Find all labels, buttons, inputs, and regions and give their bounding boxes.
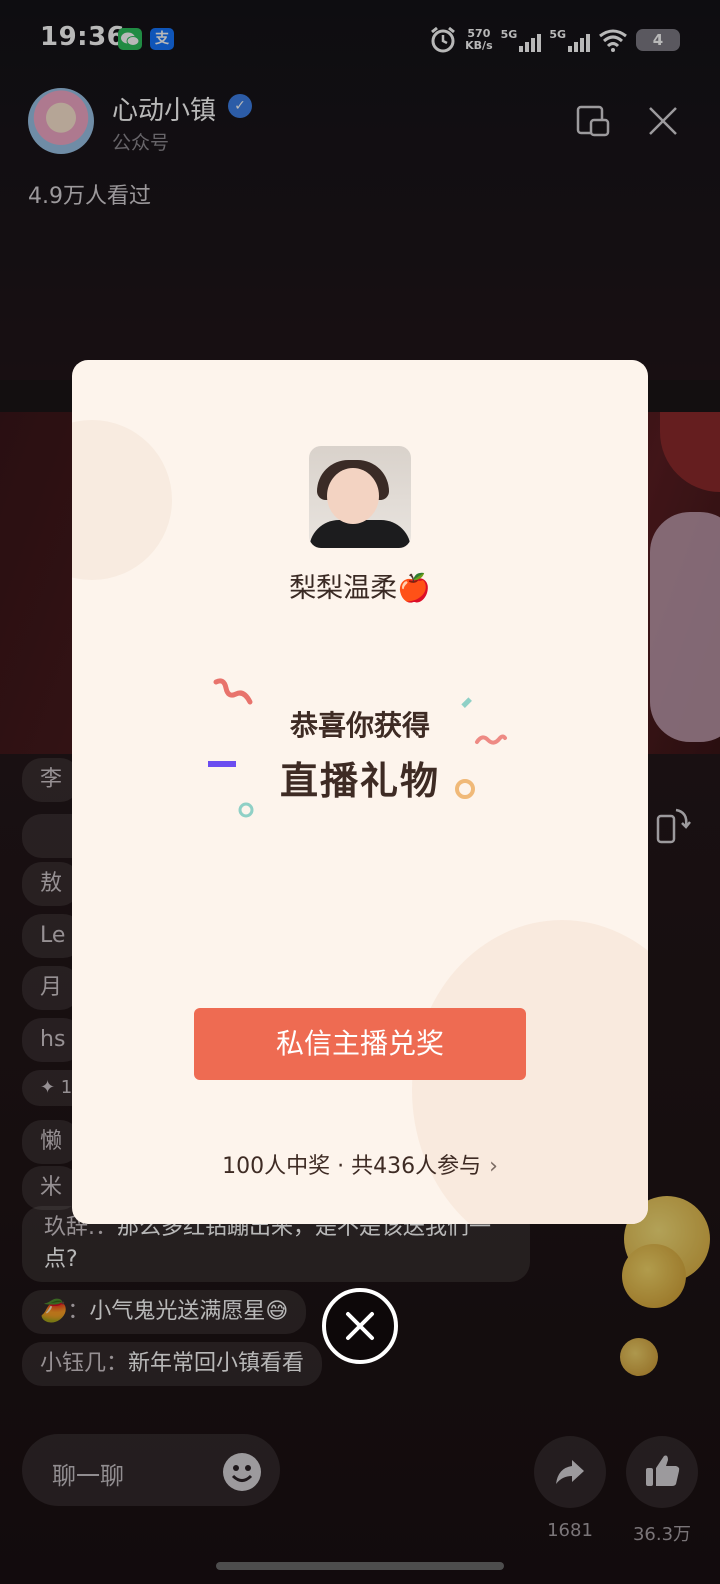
avatar-body xyxy=(309,520,411,548)
winners-text: 100人中奖 · 共436人参与 xyxy=(222,1154,482,1179)
prize-title: 直播礼物 xyxy=(279,759,440,803)
chevron-right-icon: › xyxy=(489,1154,498,1179)
avatar-face xyxy=(327,468,379,524)
host-name: 梨梨温柔🍎 xyxy=(289,573,431,604)
close-icon xyxy=(346,1312,374,1340)
winners-summary[interactable]: 100人中奖 · 共436人参与 › xyxy=(72,1148,648,1180)
congrats-text: 恭喜你获得 xyxy=(289,709,430,742)
claim-prize-button[interactable]: 私信主播兑奖 xyxy=(194,1008,526,1080)
close-dialog-button[interactable] xyxy=(322,1288,398,1364)
background-decoration xyxy=(72,420,172,580)
host-avatar[interactable] xyxy=(309,446,411,548)
prize-dialog: 梨梨温柔🍎 恭喜你获得 直播礼物 私信主播兑奖 100人中奖 · 共436人参与… xyxy=(72,360,648,1224)
